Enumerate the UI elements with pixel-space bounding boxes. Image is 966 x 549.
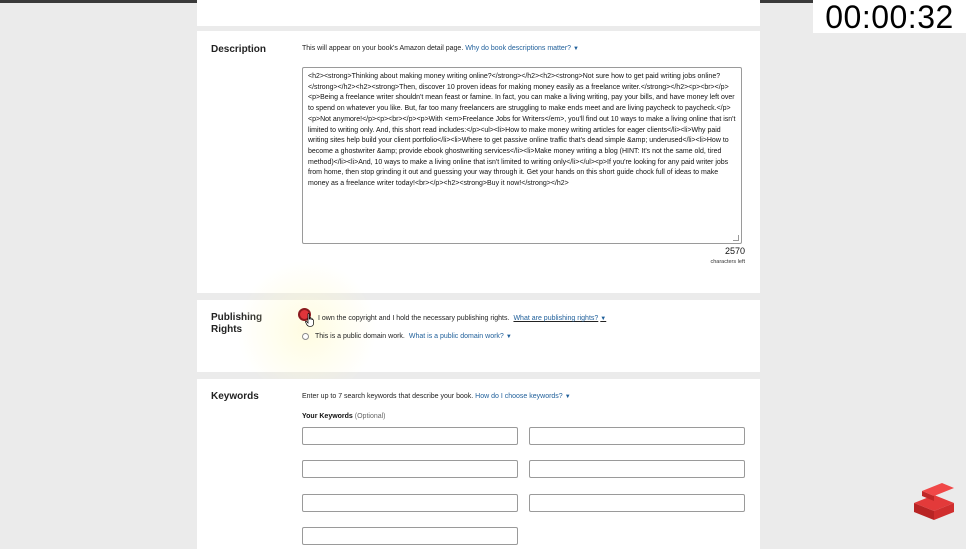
keyword-input-4[interactable] — [529, 460, 745, 478]
previous-section-card — [197, 0, 760, 26]
publishing-rights-title: Publishing Rights — [211, 312, 262, 336]
keywords-label: Your Keywords (Optional) — [302, 413, 386, 420]
caret-down-icon: ▼ — [573, 46, 579, 52]
caret-down-icon: ▼ — [505, 334, 512, 340]
description-help-text: This will appear on your book's Amazon d… — [302, 45, 464, 52]
keywords-label-optional: (Optional) — [354, 413, 386, 420]
public-domain-help-link[interactable]: What is a public domain work? ▼ — [409, 333, 512, 340]
keywords-help-link[interactable]: How do I choose keywords? — [475, 393, 563, 400]
description-textarea[interactable]: <h2><strong>Thinking about making money … — [302, 67, 742, 244]
publishing-title-line1: Publishing — [211, 312, 263, 323]
public-domain-option[interactable]: This is a public domain work. What is a … — [302, 333, 512, 340]
keyword-input-1[interactable] — [302, 427, 518, 445]
publishing-rights-help-link[interactable]: What are publishing rights? ▼ — [513, 315, 606, 322]
public-domain-text: This is a public domain work. — [315, 333, 405, 340]
keyword-input-6[interactable] — [529, 494, 745, 512]
character-count: 2570 — [724, 246, 745, 256]
description-title: Description — [211, 44, 267, 55]
character-count-label: characters left — [710, 259, 745, 265]
description-content: <h2><strong>Thinking about making money … — [308, 73, 736, 188]
keywords-label-text: Your Keywords — [302, 413, 353, 420]
publishing-title-line2: Rights — [211, 324, 243, 335]
own-copyright-option[interactable]: I own the copyright and I hold the neces… — [318, 315, 606, 322]
keyword-input-7[interactable] — [302, 527, 518, 545]
red-stacked-logo-icon — [914, 483, 954, 520]
hand-pointer-icon — [305, 313, 314, 327]
keyword-input-3[interactable] — [302, 460, 518, 478]
description-help: This will appear on your book's Amazon d… — [302, 45, 579, 52]
recording-timer: 00:00:32 — [813, 0, 966, 34]
description-section: Description This will appear on your boo… — [197, 31, 760, 293]
keywords-help-text: Enter up to 7 search keywords that descr… — [302, 393, 474, 400]
keyword-input-2[interactable] — [529, 427, 745, 445]
description-help-link[interactable]: Why do book descriptions matter? — [465, 45, 571, 52]
resize-handle-icon[interactable] — [733, 235, 739, 241]
caret-down-icon: ▼ — [564, 394, 571, 400]
caret-down-icon: ▼ — [600, 316, 607, 322]
public-domain-radio[interactable] — [302, 333, 309, 340]
keywords-help: Enter up to 7 search keywords that descr… — [302, 393, 571, 400]
publishing-rights-section: Publishing Rights I own the copyright an… — [197, 260, 760, 400]
keywords-section: Keywords Enter up to 7 search keywords t… — [197, 379, 760, 549]
own-copyright-text: I own the copyright and I hold the neces… — [318, 315, 510, 322]
keyword-input-5[interactable] — [302, 494, 518, 512]
keywords-title: Keywords — [211, 391, 259, 402]
